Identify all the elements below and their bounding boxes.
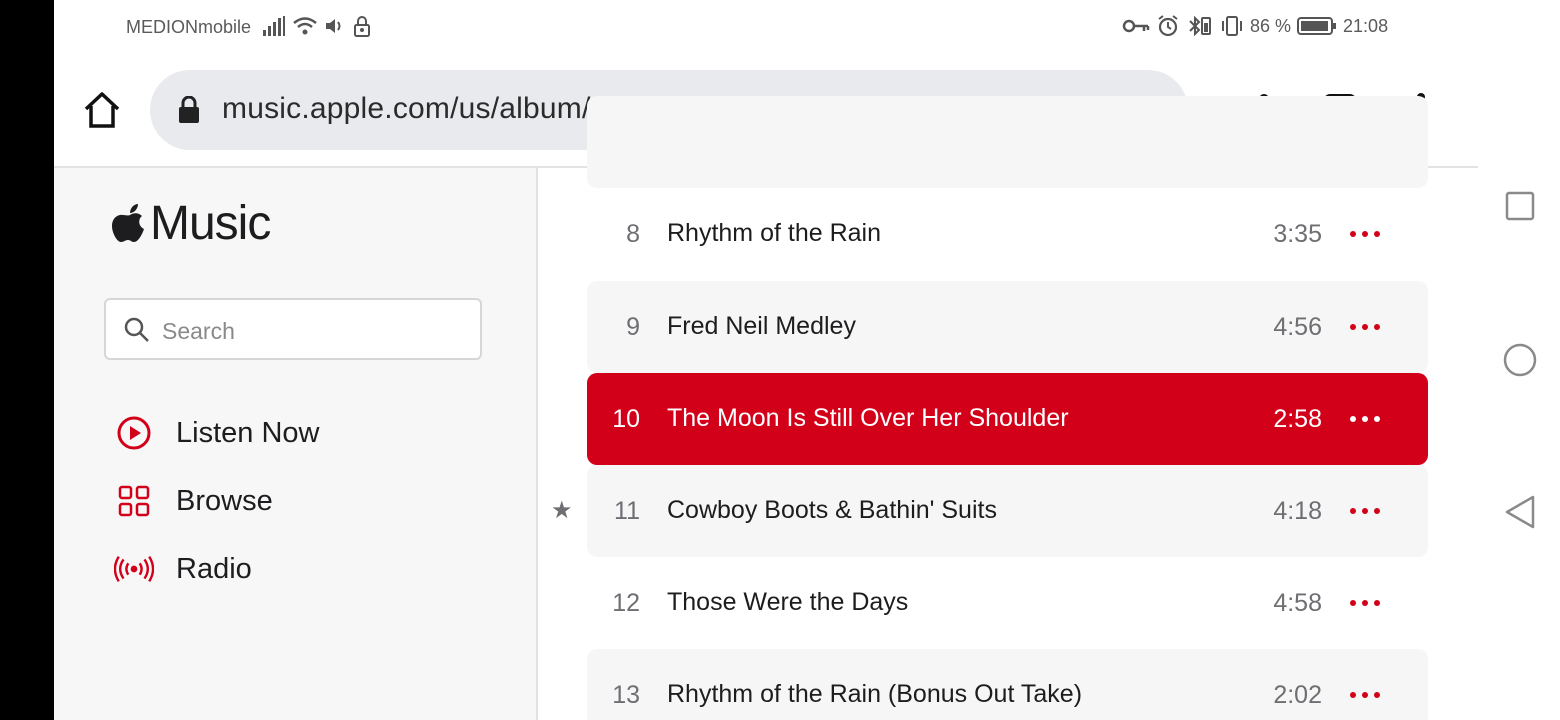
track-duration: 4:18 bbox=[1273, 497, 1322, 525]
track-number: 10 bbox=[612, 405, 640, 433]
sidebar: Music Search Listen Now Browse Radio bbox=[54, 168, 538, 720]
clock: 21:08 bbox=[1343, 15, 1389, 36]
track-number: 13 bbox=[612, 681, 640, 709]
more-options-icon[interactable] bbox=[1350, 313, 1380, 341]
recents-button[interactable] bbox=[1502, 188, 1538, 224]
track-title: Fred Neil Medley bbox=[667, 312, 856, 340]
key-icon bbox=[1122, 19, 1150, 33]
track-number: 9 bbox=[626, 313, 640, 341]
bluetooth-icon bbox=[1189, 15, 1211, 37]
track-duration: 3:35 bbox=[1273, 220, 1322, 248]
battery-icon bbox=[1297, 17, 1337, 35]
more-options-icon[interactable] bbox=[1350, 681, 1380, 709]
signal-icon bbox=[263, 16, 285, 36]
search-icon bbox=[124, 317, 149, 342]
table-row[interactable]: 13 Rhythm of the Rain (Bonus Out Take) 2… bbox=[587, 649, 1428, 720]
nav-item-listen-now[interactable]: Listen Now bbox=[114, 408, 494, 458]
track-title: Those Were the Days bbox=[667, 588, 909, 616]
browser-screen: MEDIONmobile 86 % 21:08 music.apple.com/… bbox=[54, 0, 1478, 720]
search-input[interactable]: Search bbox=[104, 298, 482, 360]
nav-item-radio[interactable]: Radio bbox=[114, 544, 494, 594]
table-row[interactable]: 9 Fred Neil Medley 4:56 bbox=[587, 281, 1428, 373]
apple-music-logo[interactable]: Music bbox=[112, 196, 271, 251]
track-title: Cowboy Boots & Bathin' Suits bbox=[667, 496, 997, 524]
back-button[interactable] bbox=[1502, 494, 1538, 530]
logo-text: Music bbox=[150, 197, 271, 250]
status-right-icons: 86 % 21:08 bbox=[1122, 14, 1388, 38]
back-icon bbox=[1505, 495, 1535, 529]
track-duration: 2:58 bbox=[1273, 405, 1322, 433]
track-title: The Moon Is Still Over Her Shoulder bbox=[667, 404, 1069, 432]
table-row-active[interactable]: 10 The Moon Is Still Over Her Shoulder 2… bbox=[587, 373, 1428, 465]
more-options-icon[interactable] bbox=[1350, 220, 1380, 248]
track-duration: 2:02 bbox=[1273, 681, 1322, 709]
nav-label-radio: Radio bbox=[176, 552, 252, 585]
lock-icon bbox=[179, 96, 199, 123]
home-circle-icon bbox=[1503, 343, 1537, 377]
more-options-icon[interactable] bbox=[1350, 497, 1380, 525]
vibrate-icon bbox=[1222, 16, 1242, 36]
track-title: Rhythm of the Rain bbox=[667, 219, 881, 247]
table-row[interactable]: 12 Those Were the Days 4:58 bbox=[587, 557, 1428, 649]
track-duration: 4:56 bbox=[1273, 313, 1322, 341]
nav-label-browse: Browse bbox=[176, 484, 273, 517]
more-options-icon[interactable] bbox=[1350, 589, 1380, 617]
grid-icon bbox=[114, 481, 154, 521]
home-button[interactable] bbox=[78, 86, 126, 134]
table-row[interactable]: ★ 11 Cowboy Boots & Bathin' Suits 4:18 bbox=[551, 465, 1428, 557]
nav-label-listen-now: Listen Now bbox=[176, 416, 320, 449]
wifi-icon bbox=[293, 17, 317, 35]
recents-icon bbox=[1505, 191, 1535, 221]
carrier-name: MEDIONmobile bbox=[126, 17, 252, 37]
track-number: 11 bbox=[614, 497, 640, 525]
battery-percent: 86 % bbox=[1250, 15, 1292, 36]
track-title: Rhythm of the Rain (Bonus Out Take) bbox=[667, 680, 1083, 708]
popular-star-icon: ★ bbox=[551, 497, 573, 524]
nav-item-browse[interactable]: Browse bbox=[114, 476, 494, 526]
vpn-lock-icon bbox=[354, 16, 370, 37]
track-number: 8 bbox=[626, 220, 640, 248]
home-nav-button[interactable] bbox=[1502, 342, 1538, 378]
volume-icon bbox=[326, 19, 341, 33]
track-duration: 4:58 bbox=[1273, 589, 1322, 617]
search-placeholder: Search bbox=[162, 318, 235, 344]
status-bar: MEDIONmobile 86 % 21:08 bbox=[54, 0, 1478, 56]
play-circle-icon bbox=[114, 413, 154, 453]
status-left-icons bbox=[262, 14, 372, 38]
track-number: 12 bbox=[612, 589, 640, 617]
table-row[interactable] bbox=[587, 96, 1428, 188]
home-icon bbox=[84, 92, 120, 128]
android-nav-bar bbox=[1478, 0, 1560, 720]
apple-icon bbox=[112, 203, 144, 242]
table-row[interactable]: 8 Rhythm of the Rain 3:35 bbox=[587, 188, 1428, 280]
track-list: 8 Rhythm of the Rain 3:35 9 Fred Neil Me… bbox=[538, 96, 1478, 720]
radio-icon bbox=[114, 549, 154, 589]
more-options-icon[interactable] bbox=[1350, 405, 1380, 433]
alarm-icon bbox=[1158, 15, 1178, 37]
